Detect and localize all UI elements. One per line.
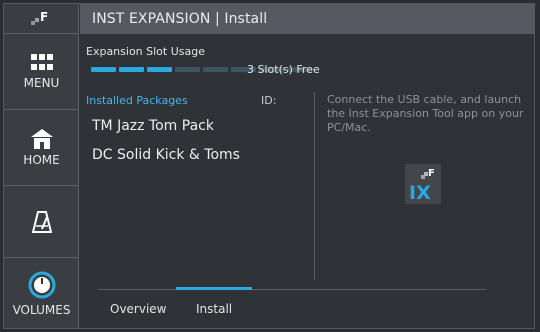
column-divider — [314, 92, 315, 280]
app-window: F MENU HOME VOLUMES INST EXPANSION | Ins… — [3, 3, 535, 329]
slot-free-segment — [203, 67, 228, 72]
fantom-logo-icon: F — [31, 10, 48, 25]
tab-bar — [98, 289, 486, 290]
slot-free-segment — [175, 67, 200, 72]
sidebar-item-label: VOLUMES — [12, 303, 71, 317]
inst-expansion-tool-icon: F IX — [405, 164, 441, 204]
main-content: Expansion Slot Usage 3 Slot(s) Free Inst… — [80, 34, 534, 328]
package-item[interactable]: TM Jazz Tom Pack — [92, 118, 214, 134]
sidebar-item-home[interactable]: HOME — [4, 110, 79, 186]
home-icon — [30, 128, 53, 149]
installed-packages-header: Installed Packages — [86, 94, 188, 107]
usb-instructions: Connect the USB cable, and launch the In… — [327, 93, 524, 134]
active-tab-indicator — [176, 287, 252, 290]
page-title: INST EXPANSION | Install — [92, 11, 268, 27]
slot-used-segment — [91, 67, 116, 72]
slot-used-segment — [119, 67, 144, 72]
volume-knob-icon — [28, 271, 55, 299]
sidebar-item-metronome[interactable] — [4, 186, 79, 258]
brand-logo: F — [4, 4, 78, 34]
expansion-slot-label: Expansion Slot Usage — [86, 45, 205, 58]
grid-icon — [30, 54, 53, 70]
page-header: INST EXPANSION | Install — [80, 4, 534, 34]
slot-used-segment — [147, 67, 172, 72]
package-item[interactable]: DC Solid Kick & Toms — [92, 147, 240, 163]
sidebar-item-label: HOME — [23, 152, 60, 167]
slots-free-text: 3 Slot(s) Free — [247, 63, 320, 76]
svg-text:IX: IX — [409, 182, 431, 204]
sidebar-item-volumes[interactable]: VOLUMES — [4, 258, 79, 330]
metronome-icon — [31, 210, 52, 233]
sidebar-item-menu[interactable]: MENU — [4, 35, 79, 110]
tab-overview[interactable]: Overview — [110, 302, 167, 316]
tab-install[interactable]: Install — [196, 302, 232, 316]
sidebar-item-label: MENU — [23, 76, 60, 90]
svg-text:F: F — [428, 168, 435, 179]
sidebar: F MENU HOME VOLUMES — [4, 4, 79, 328]
svg-text:F: F — [40, 10, 48, 24]
id-column-header: ID: — [261, 94, 277, 107]
